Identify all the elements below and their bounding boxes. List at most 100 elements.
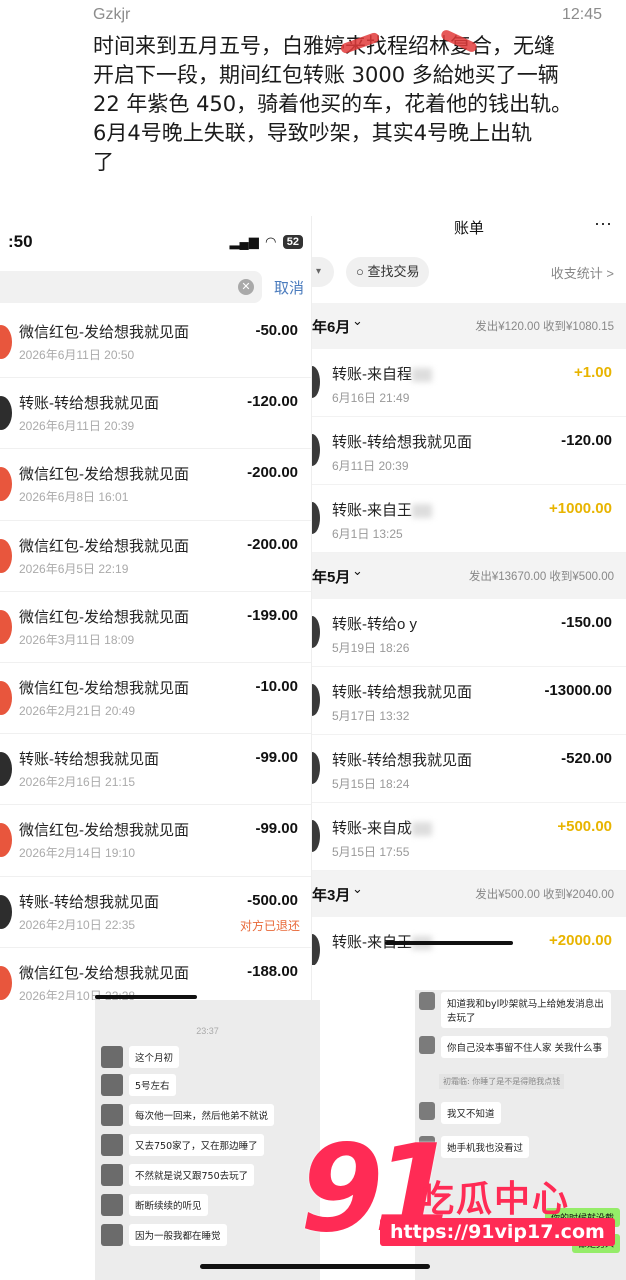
bill-row[interactable]: 转账-来自程 6月16日 21:49 +1.00: [312, 349, 626, 417]
red-packet-icon: [0, 325, 12, 359]
transaction-amount: -200.00: [247, 464, 298, 482]
bill-row[interactable]: 转账-来自成 5月15日 17:55 +500.00: [312, 803, 626, 871]
bill-row[interactable]: 转账-转给想我就见面 5月17日 13:32 -13000.00: [312, 667, 626, 735]
month-header[interactable]: 年6月 ⌄ 发出¥120.00 收到¥1080.15: [312, 303, 626, 349]
month-header[interactable]: 年3月 ⌄ 发出¥500.00 收到¥2040.00: [312, 871, 626, 917]
transaction-row[interactable]: 转账-转给想我就见面 2026年2月10日 22:35 -500.00 对方已退还: [0, 877, 311, 948]
more-icon[interactable]: ···: [594, 213, 612, 234]
chat-message: 这个月初: [101, 1046, 180, 1068]
chat-message: 每次他一回来，然后他弟不就说: [101, 1104, 275, 1126]
transaction-row[interactable]: 微信红包-发给想我就见面 2026年2月14日 19:10 -99.00: [0, 805, 311, 877]
transaction-title: 微信红包-发给想我就见面: [19, 537, 189, 555]
bill-row[interactable]: 转账-转给想我就见面 6月11日 20:39 -120.00: [312, 417, 626, 485]
transaction-date: 2026年2月14日 19:10: [19, 846, 136, 861]
transaction-row[interactable]: 转账-转给想我就见面 2026年2月16日 21:15 -99.00: [0, 734, 311, 806]
divider-bar: [385, 941, 513, 945]
filter-dropdown-icon[interactable]: ▾: [312, 257, 334, 287]
divider-bar: [95, 995, 197, 999]
bill-row-amount: -13000.00: [544, 682, 612, 699]
search-icon: ○: [356, 264, 368, 279]
find-transaction-button[interactable]: ○ 查找交易: [346, 257, 430, 287]
transaction-title: 转账-转给想我就见面: [19, 395, 159, 413]
bill-row-date: 6月16日 21:49: [332, 391, 410, 405]
blurred-name: [412, 368, 432, 383]
bill-row-title-text: 转账-来自程: [332, 366, 412, 383]
avatar: [101, 1074, 123, 1096]
red-packet-icon: [0, 467, 12, 502]
bill-row-amount: -120.00: [561, 432, 612, 449]
avatar: [419, 992, 435, 1010]
clear-icon[interactable]: ✕: [238, 279, 254, 295]
transaction-date: 2026年6月8日 16:01: [19, 490, 129, 505]
contact-avatar: [312, 616, 320, 648]
transaction-row[interactable]: 微信红包-发给想我就见面 2026年3月11日 18:09 -199.00: [0, 592, 311, 663]
chat-bubble: 我又不知道: [441, 1102, 501, 1124]
post-username[interactable]: Gzkjr: [93, 6, 130, 24]
contact-avatar: [312, 684, 320, 716]
red-packet-icon: [0, 965, 12, 1000]
bill-row-title: 转账-来自程: [332, 363, 432, 384]
transaction-row[interactable]: 微信红包-发给想我就见面 2026年6月8日 16:01 -200.00: [0, 449, 311, 521]
bill-row[interactable]: 转账-转给想我就见面 5月15日 18:24 -520.00: [312, 735, 626, 803]
status-time: :50: [8, 232, 33, 251]
contact-avatar: [312, 820, 320, 852]
avatar: [419, 1036, 435, 1054]
transaction-amount: -99.00: [255, 820, 298, 838]
bill-row-title: 转账-转给想我就见面: [332, 681, 472, 702]
bill-row-title: 转账-转给想我就见面: [332, 749, 472, 770]
month-summary: 发出¥13670.00 收到¥500.00: [468, 571, 614, 583]
chat-message: 5号左右: [101, 1074, 176, 1096]
refund-status: 对方已退还: [239, 918, 300, 933]
transaction-row[interactable]: 微信红包-发给想我就见面 2026年6月5日 22:19 -200.00: [0, 521, 311, 592]
post-time: 12:45: [561, 6, 602, 23]
chevron-down-icon: ⌄: [352, 563, 363, 578]
chevron-down-icon: ⌄: [352, 881, 363, 896]
transaction-amount: -120.00: [247, 393, 298, 411]
bill-row-date: 5月15日 17:55: [332, 845, 410, 859]
chat-note: 初霜临: 你睡了是不是得赔我点钱: [439, 1074, 565, 1089]
transaction-date: 2026年6月5日 22:19: [19, 561, 129, 576]
blurred-name: [412, 822, 432, 837]
transaction-row[interactable]: 微信红包-发给想我就见面 2026年2月21日 20:49 -10.00: [0, 663, 311, 735]
bill-row[interactable]: 转账-来自王 6月1日 13:25 +1000.00: [312, 485, 626, 553]
month-label[interactable]: 年6月: [312, 316, 350, 337]
status-bar: :50 ▂▄▆ ◠ 52: [0, 216, 311, 268]
bill-row-date: 6月11日 20:39: [332, 459, 409, 473]
cancel-button[interactable]: 取消: [274, 277, 304, 298]
transaction-list: 微信红包-发给想我就见面 2026年6月11日 20:50 -50.00 转账-转给想…: [0, 307, 311, 1000]
chat-bubble: 5号左右: [129, 1074, 176, 1096]
chat-timestamp: 23:37: [196, 1026, 219, 1036]
post-header: Gzkjr 12:45 时间来到五月五号，白雅婷来找程绍林复合，无缝 开启下一段…: [0, 0, 626, 220]
month-summary: 发出¥500.00 收到¥2040.00: [475, 889, 614, 901]
battery-icon: 52: [282, 235, 303, 249]
transaction-title: 转账-转给想我就见面: [19, 893, 159, 911]
stats-link[interactable]: 收支统计 >: [551, 263, 614, 282]
transaction-date: 2026年3月11日 18:09: [19, 632, 135, 647]
bill-row-title: 转账-转给o y: [332, 613, 417, 634]
avatar: [419, 1102, 435, 1120]
month-summary: 发出¥120.00 收到¥1080.15: [475, 321, 614, 333]
transfer-avatar-icon: [0, 752, 12, 787]
bill-title: 账单: [453, 220, 484, 237]
transaction-title: 微信红包-发给想我就见面: [19, 466, 189, 484]
chat-message: 不然就是说又跟750去玩了: [101, 1164, 255, 1186]
month-header[interactable]: 年5月 ⌄ 发出¥13670.00 收到¥500.00: [312, 553, 626, 599]
chat-message: 知道我和byl吵架就马上给她发消息出去玩了: [419, 992, 611, 1028]
bill-row-title-text: 转账-转给想我就见面: [332, 684, 472, 701]
bill-row-title: 转账-转给想我就见面: [332, 431, 472, 452]
bill-row-title-text: 转账-转给想我就见面: [332, 434, 472, 451]
transaction-row[interactable]: 转账-转给想我就见面 2026年6月11日 20:39 -120.00: [0, 378, 311, 450]
month-label[interactable]: 年5月: [312, 566, 350, 587]
search-row: ✕ 取消: [0, 268, 311, 306]
search-input[interactable]: ✕: [0, 271, 262, 303]
bill-row-title-text: 转账-来自成: [332, 820, 412, 837]
transaction-row[interactable]: 微信红包-发给想我就见面 2026年6月11日 20:50 -50.00: [0, 307, 311, 379]
month-label[interactable]: 年3月: [312, 884, 350, 905]
transaction-amount: -188.00: [247, 962, 298, 980]
signal-icon: ▂▄▆: [229, 234, 259, 249]
contact-avatar: [312, 934, 320, 965]
find-transaction-label: 查找交易: [367, 264, 420, 279]
transaction-row[interactable]: 微信红包-发给想我就见面 2026年2月10日 22:28 -188.00: [0, 948, 311, 1000]
bill-header: 账单 ···: [312, 213, 626, 241]
bill-row[interactable]: 转账-转给o y 5月19日 18:26 -150.00: [312, 599, 626, 667]
